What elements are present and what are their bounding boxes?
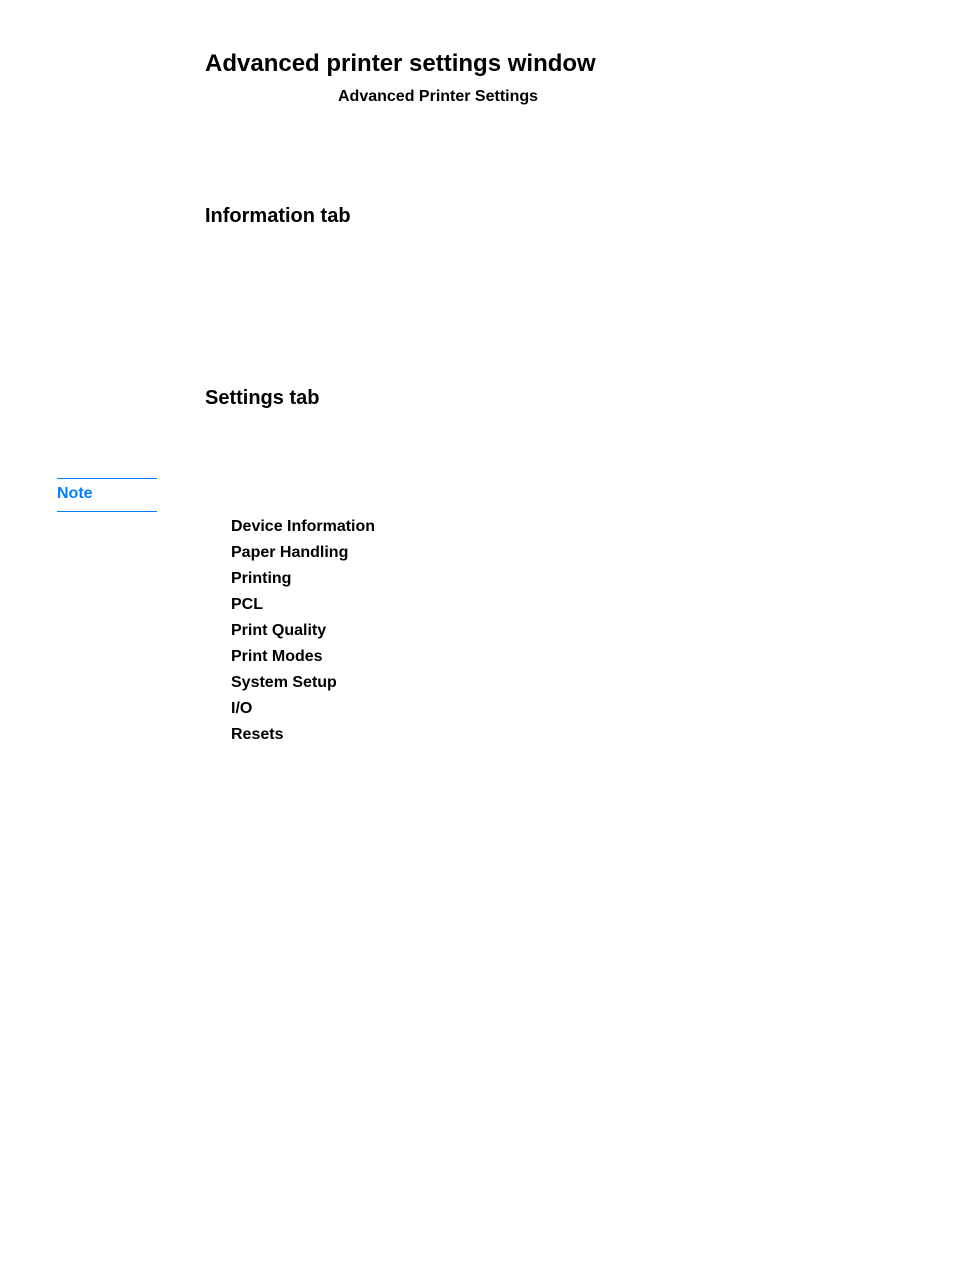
page-heading: Advanced printer settings window	[205, 50, 596, 78]
list-item: System Setup	[231, 670, 375, 696]
list-item: I/O	[231, 696, 375, 722]
section-heading-settings: Settings tab	[205, 387, 319, 410]
list-item: Printing	[231, 566, 375, 592]
list-item: Paper Handling	[231, 540, 375, 566]
settings-list: Device Information Paper Handling Printi…	[231, 514, 375, 748]
note-callout: Note	[57, 478, 157, 512]
page-subtitle: Advanced Printer Settings	[338, 88, 538, 106]
list-item: PCL	[231, 592, 375, 618]
note-label: Note	[57, 485, 93, 502]
list-item: Print Modes	[231, 644, 375, 670]
list-item: Print Quality	[231, 618, 375, 644]
section-heading-information: Information tab	[205, 205, 351, 228]
list-item: Resets	[231, 722, 375, 748]
list-item: Device Information	[231, 514, 375, 540]
